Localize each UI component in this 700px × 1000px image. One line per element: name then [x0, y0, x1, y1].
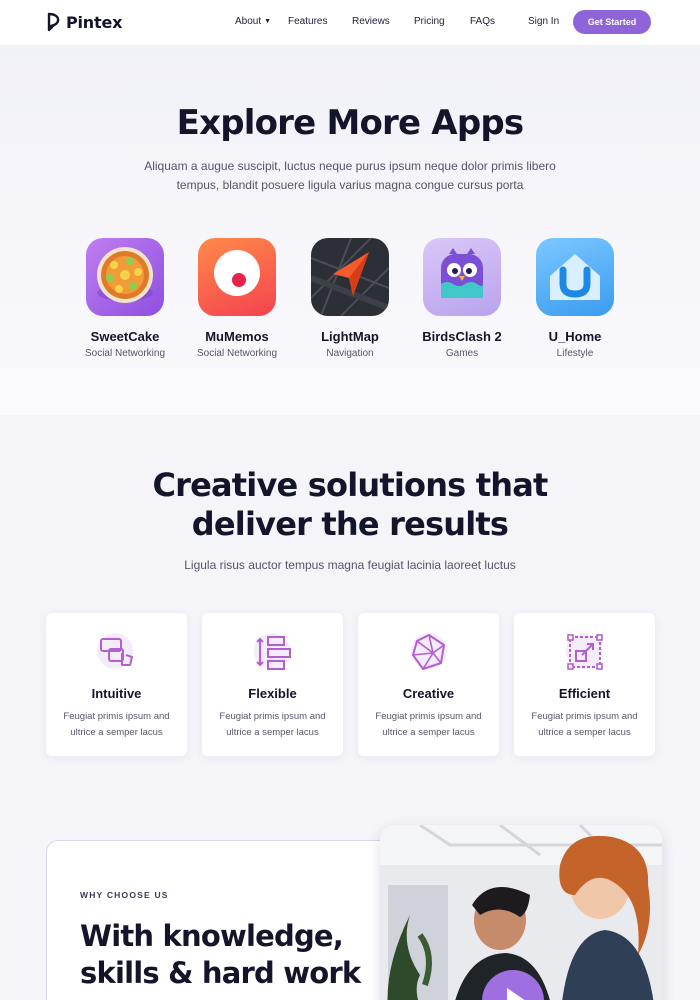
why-title-line1: With knowledge, [80, 919, 344, 953]
feature-card-creative: Creative Feugiat primis ipsum and ultric… [358, 613, 499, 756]
feature-card-flexible: Flexible Feugiat primis ipsum and ultric… [202, 613, 343, 756]
app-card-lightmap[interactable]: LightMap Navigation [295, 238, 405, 359]
nav-item-about-label: About [235, 16, 262, 27]
app-category: Games [445, 348, 479, 359]
explore-section [0, 45, 700, 415]
app-card-birdsclash[interactable]: BirdsClash 2 Games [407, 238, 517, 359]
brand-name: Pintex [66, 12, 123, 32]
app-name: BirdsClash 2 [422, 329, 502, 344]
bird-icon [423, 238, 501, 316]
site-header: Pintex About ▼ Features Reviews Pricing F… [0, 0, 700, 45]
feature-title: Efficient [558, 686, 611, 701]
home-icon [536, 238, 614, 316]
app-category: Navigation [326, 348, 374, 359]
logo-icon [47, 12, 60, 32]
nav-item-about[interactable]: About ▼ [235, 16, 271, 27]
navigation-arrow-icon [311, 238, 389, 316]
solutions-title: Creative solutions that deliver the resu… [0, 466, 700, 544]
nav-item-features[interactable]: Features [288, 16, 327, 27]
app-card-mumemos[interactable]: MuMemos Social Networking [182, 238, 292, 359]
app-card-uhome[interactable]: U_Home Lifestyle [520, 238, 630, 359]
polyhedron-icon [411, 633, 447, 670]
app-category: Social Networking [84, 348, 166, 359]
brand-logo[interactable]: Pintex [46, 12, 122, 32]
why-title-line2: skills & hard work [80, 956, 361, 990]
play-video-button[interactable] [482, 970, 544, 1000]
feature-title: Intuitive [91, 686, 142, 701]
nav-item-pricing[interactable]: Pricing [414, 16, 445, 27]
play-icon [507, 988, 525, 1000]
feature-text: Feugiat primis ipsum and ultrice a sempe… [531, 711, 638, 738]
scale-arrows-icon [566, 633, 603, 670]
feature-text: Feugiat primis ipsum and ultrice a sempe… [219, 711, 326, 738]
sign-in-link[interactable]: Sign In [528, 16, 559, 27]
explore-title: Explore More Apps [176, 103, 524, 143]
feature-card-intuitive: Intuitive Feugiat primis ipsum and ultri… [46, 613, 187, 756]
feature-text: Feugiat primis ipsum and ultrice a sempe… [63, 711, 170, 738]
feature-card-efficient: Efficient Feugiat primis ipsum and ultri… [514, 613, 655, 756]
why-title: With knowledge, skills & hard work [80, 918, 380, 992]
feature-title: Creative [402, 686, 455, 701]
touch-screen-icon [97, 633, 133, 669]
solutions-title-line1: Creative solutions that [152, 466, 548, 504]
app-category: Social Networking [196, 348, 278, 359]
explore-lead: Aliquam a augue suscipit, luctus neque p… [144, 159, 556, 192]
get-started-button[interactable]: Get Started [573, 10, 651, 34]
feature-text: Feugiat primis ipsum and ultrice a sempe… [375, 711, 482, 738]
app-name: SweetCake [90, 329, 160, 344]
app-name: U_Home [548, 329, 602, 344]
app-category: Lifestyle [556, 348, 594, 359]
record-icon [198, 238, 276, 316]
app-name: MuMemos [205, 329, 269, 344]
solutions-title-line2: deliver the results [191, 505, 509, 543]
chevron-down-icon: ▼ [264, 18, 272, 25]
cake-icon [86, 238, 164, 316]
nav-item-reviews[interactable]: Reviews [352, 16, 390, 27]
why-eyebrow: WHY CHOOSE US [80, 890, 169, 900]
solutions-subtitle: Ligula risus auctor tempus magna feugiat… [184, 558, 516, 572]
nav-item-faqs[interactable]: FAQs [470, 16, 495, 27]
app-card-sweetcake[interactable]: SweetCake Social Networking [70, 238, 180, 359]
arrange-blocks-icon [254, 633, 291, 670]
feature-title: Flexible [248, 686, 297, 701]
app-name: LightMap [321, 329, 379, 344]
